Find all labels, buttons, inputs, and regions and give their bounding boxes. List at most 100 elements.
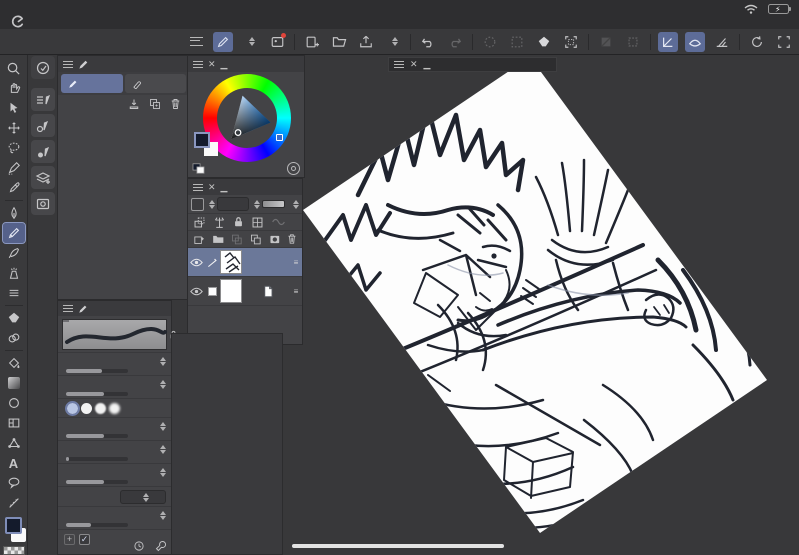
minimize-icon[interactable]: ▁ xyxy=(424,59,431,70)
layer-visibility-icon[interactable] xyxy=(188,287,204,296)
brush-size-slider[interactable] xyxy=(66,369,128,373)
lock-layer-icon[interactable] xyxy=(233,216,244,228)
paper-thumbnail[interactable] xyxy=(220,279,242,303)
reselect-icon[interactable] xyxy=(507,32,527,52)
clear-icon[interactable] xyxy=(534,32,554,52)
layer-row-paper[interactable]: ≡ xyxy=(188,277,302,306)
pencil-tool-icon[interactable] xyxy=(1,222,26,244)
subtool-panel-header[interactable] xyxy=(58,56,189,72)
dotted-square-icon[interactable] xyxy=(623,32,643,52)
ruler-tool-icon[interactable] xyxy=(3,493,25,513)
tool-switch-icon[interactable] xyxy=(213,31,233,52)
new-folder-icon[interactable] xyxy=(212,233,225,245)
foreground-color-swatch[interactable] xyxy=(5,517,22,534)
antialias-strong-option[interactable] xyxy=(109,403,120,414)
density-row[interactable] xyxy=(58,463,171,486)
tool-property-palette-button[interactable] xyxy=(31,114,55,137)
layer-handle-icon[interactable]: ≡ xyxy=(290,287,302,295)
layer-opacity-slider[interactable] xyxy=(262,200,285,208)
crop-canvas-icon[interactable] xyxy=(561,32,581,52)
panel-menu-icon[interactable] xyxy=(63,305,73,312)
close-icon[interactable]: ✕ xyxy=(208,59,216,70)
minimize-icon[interactable]: ▁ xyxy=(221,182,228,193)
panel-menu-icon[interactable] xyxy=(63,60,73,68)
duplicate-subtool-icon[interactable] xyxy=(149,98,161,110)
figure-tool-icon[interactable] xyxy=(3,393,25,413)
thickness-row[interactable] xyxy=(58,417,171,440)
layer-visibility-icon[interactable] xyxy=(188,258,204,267)
direction-slider[interactable] xyxy=(66,457,128,461)
speed-stabilization-checkbox[interactable]: ✓ xyxy=(79,533,90,545)
wrench-icon[interactable] xyxy=(155,540,167,552)
transfer-layer-icon[interactable] xyxy=(231,233,243,246)
layer-panel-header[interactable]: ✕ ▁ xyxy=(188,179,302,195)
tab-pencil[interactable] xyxy=(61,74,123,93)
airbrush-tool-icon[interactable] xyxy=(3,263,25,283)
stabilization-row[interactable] xyxy=(58,506,171,529)
fill-square-icon[interactable] xyxy=(596,32,616,52)
balloon-tool-icon[interactable] xyxy=(3,473,25,493)
subtool-palette-button[interactable] xyxy=(31,88,55,111)
main-menu-icon[interactable] xyxy=(186,32,206,52)
fill-tool-icon[interactable] xyxy=(3,353,25,373)
layer-color-chip[interactable] xyxy=(191,197,204,211)
transparent-color-swatch[interactable] xyxy=(2,546,25,555)
pen-tool-icon[interactable] xyxy=(3,203,25,223)
selection-pen-tool-icon[interactable] xyxy=(3,158,25,178)
wheel-mode-icon[interactable] xyxy=(287,162,300,175)
hand-tool-icon[interactable] xyxy=(3,78,25,98)
panel-menu-icon[interactable] xyxy=(394,61,404,68)
close-icon[interactable]: ✕ xyxy=(208,182,216,193)
gallery-icon[interactable] xyxy=(267,32,287,52)
gradient-tool-icon[interactable] xyxy=(3,373,25,393)
opacity-slider[interactable] xyxy=(66,392,128,396)
antialias-weak-option[interactable] xyxy=(81,403,92,414)
layer-mask-icon[interactable] xyxy=(269,233,281,246)
sv-triangle[interactable] xyxy=(219,90,275,146)
expand-icon[interactable]: + xyxy=(64,533,75,545)
move-tool-icon[interactable] xyxy=(3,118,25,138)
rotate-view-icon[interactable] xyxy=(747,32,767,52)
zoom-tool-icon[interactable] xyxy=(3,58,25,78)
lasso-tool-icon[interactable] xyxy=(3,138,25,158)
canvas-frame-icon[interactable] xyxy=(774,32,794,52)
color-wheel[interactable] xyxy=(188,72,304,162)
brush-tool-icon[interactable] xyxy=(3,243,25,263)
decoration-tool-icon[interactable] xyxy=(3,283,25,303)
eyedropper-tool-icon[interactable] xyxy=(3,178,25,198)
reference-layer-icon[interactable] xyxy=(213,216,226,229)
paper-texture-row[interactable] xyxy=(58,486,171,506)
panel-menu-icon[interactable] xyxy=(193,183,203,191)
export-icon[interactable] xyxy=(356,32,376,52)
swap-colors-icon[interactable] xyxy=(192,163,205,174)
panel-menu-icon[interactable] xyxy=(193,60,203,68)
antialias-middle-option[interactable] xyxy=(95,403,106,414)
snap-ruler-icon[interactable] xyxy=(658,31,678,52)
close-icon[interactable]: ✕ xyxy=(410,59,418,70)
merge-down-icon[interactable] xyxy=(250,233,262,246)
minimize-icon[interactable]: ▁ xyxy=(221,59,228,70)
clip-to-layer-icon[interactable] xyxy=(193,216,206,229)
layer-palette-button[interactable] xyxy=(31,166,55,189)
tool-stepper-icon[interactable] xyxy=(240,32,260,52)
blend-mode-dropdown[interactable] xyxy=(216,197,250,211)
thickness-slider[interactable] xyxy=(66,434,128,438)
deselect-icon[interactable] xyxy=(480,32,500,52)
color-wheel-header[interactable]: ✕ ▁ xyxy=(188,56,304,72)
delete-subtool-icon[interactable] xyxy=(170,98,181,110)
new-canvas-icon[interactable] xyxy=(302,32,322,52)
redo-icon[interactable] xyxy=(445,32,465,52)
brush-size-row[interactable] xyxy=(58,352,171,375)
eraser-tool-icon[interactable] xyxy=(3,308,25,328)
density-slider[interactable] xyxy=(66,480,128,484)
tool-property-header[interactable] xyxy=(58,301,171,316)
frame-border-tool-icon[interactable] xyxy=(3,413,25,433)
layer-handle-icon[interactable]: ≡ xyxy=(290,258,302,266)
wheel-foreground-swatch[interactable] xyxy=(194,132,210,148)
text-tool-icon[interactable]: A xyxy=(3,453,25,473)
snap-curve-icon[interactable] xyxy=(685,31,705,52)
open-file-icon[interactable] xyxy=(329,32,349,52)
tab-pastel[interactable] xyxy=(124,74,186,93)
hue-cursor[interactable] xyxy=(276,134,283,141)
color-set-window-bar[interactable]: ✕ ▁ xyxy=(388,57,557,72)
